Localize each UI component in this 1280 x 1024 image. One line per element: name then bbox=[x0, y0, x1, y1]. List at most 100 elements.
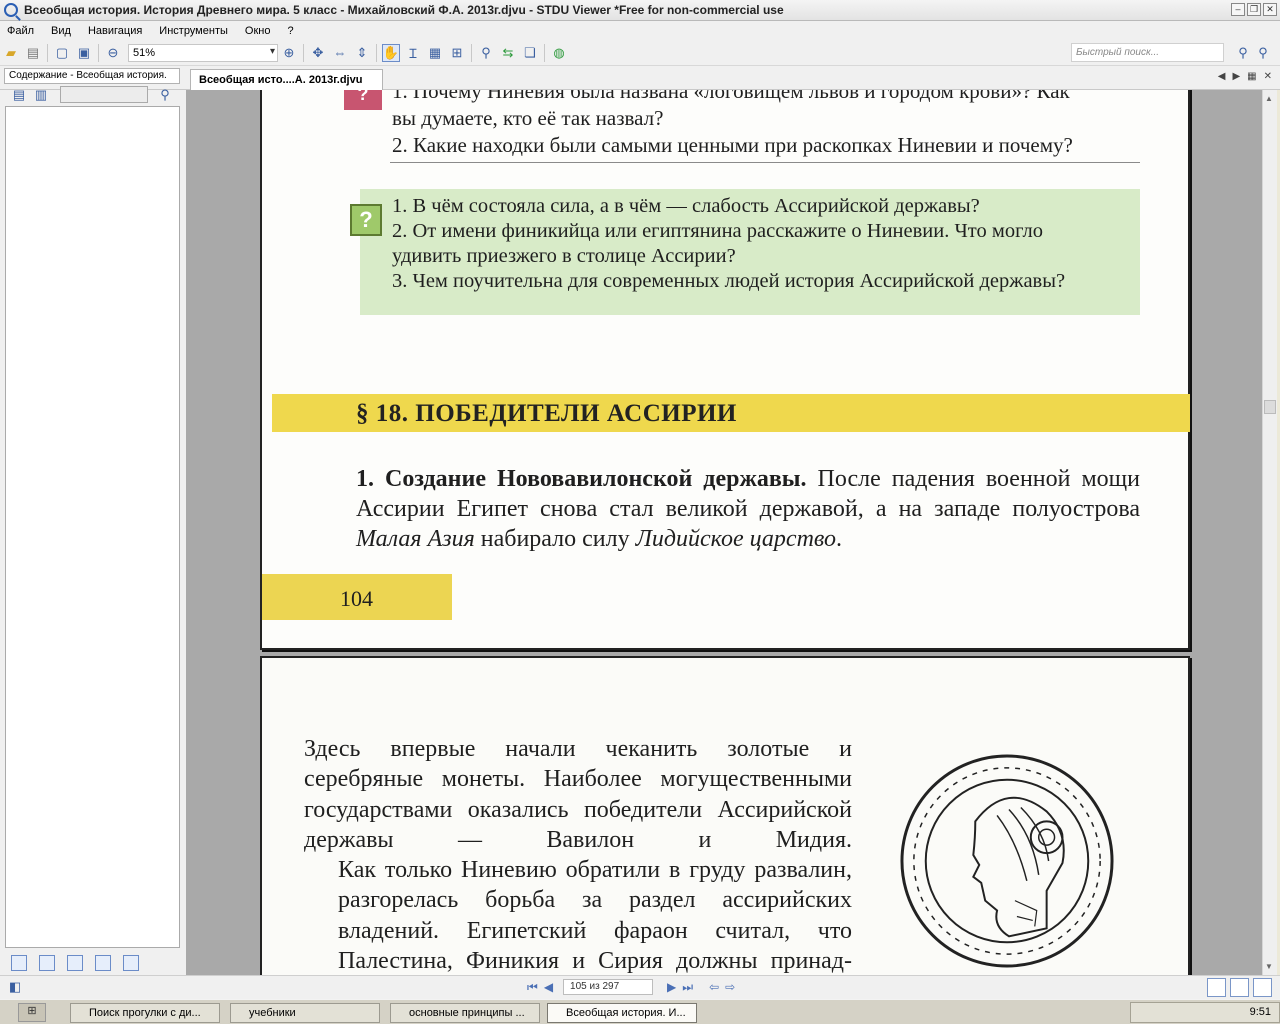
notes-panel-icon[interactable] bbox=[123, 955, 139, 971]
scroll-down-icon[interactable]: ▼ bbox=[1265, 962, 1273, 971]
question-line: 2. Какие находки были самыми ценными при… bbox=[392, 133, 1073, 157]
prev-page-icon[interactable]: ◀ bbox=[544, 980, 553, 994]
tab-row: Содержание - Всеобщая история. Всеобщая … bbox=[0, 66, 1280, 90]
zoom-in-icon[interactable]: ⊕ bbox=[280, 44, 298, 62]
chapter-paragraph: 1. Создание Нововавилонской державы. Пос… bbox=[356, 464, 1140, 554]
page-indicator[interactable]: 105 из 297 bbox=[563, 979, 654, 995]
thumbnails-panel-icon[interactable] bbox=[67, 955, 83, 971]
tab-close-icon[interactable]: ✕ bbox=[1264, 71, 1272, 82]
continuous-view-icon[interactable] bbox=[1230, 978, 1249, 997]
title-bar: Всеобщая история. История Древнего мира.… bbox=[0, 0, 1280, 21]
minimize-button[interactable]: – bbox=[1231, 3, 1245, 16]
sync-icon[interactable]: ⇆ bbox=[499, 44, 517, 62]
close-button[interactable]: ✕ bbox=[1263, 3, 1277, 16]
app-icon bbox=[4, 3, 18, 17]
expand-icon[interactable]: ▤ bbox=[10, 86, 28, 104]
copy-page-icon[interactable]: ▢ bbox=[53, 44, 71, 62]
term-italic: Малая Азия bbox=[356, 526, 475, 552]
menu-view[interactable]: Вид bbox=[51, 25, 71, 37]
question-line: 1. Почему Ниневия была названа «логовище… bbox=[392, 90, 1070, 103]
globe-icon[interactable]: ◍ bbox=[550, 44, 568, 62]
page-navigator: ⏮ ◀ 105 из 297 ▶ ⏭ ⇦ ⇨ bbox=[527, 979, 735, 995]
scroll-thumb[interactable] bbox=[1264, 400, 1276, 414]
print-icon[interactable]: ▤ bbox=[24, 44, 42, 62]
scroll-up-icon[interactable]: ▲ bbox=[1265, 94, 1273, 103]
question-marker-icon: ? bbox=[344, 90, 382, 110]
divider bbox=[390, 162, 1140, 163]
zoom-select[interactable]: 51% bbox=[128, 43, 278, 62]
menu-navigation[interactable]: Навигация bbox=[88, 25, 142, 37]
facing-view-icon[interactable] bbox=[1253, 978, 1272, 997]
panel-toggle-icon[interactable]: ◧ bbox=[6, 978, 24, 996]
search-prev-icon[interactable]: ⚲ bbox=[1234, 44, 1252, 62]
toolbar: ▰ ▤ ▢ ▣ ⊖ 51% ⊕ ✥ ⇔ ⇕ ✋ Ɪ ▦ ⊞ ⚲ ⇆ ❏ ◍ Бы… bbox=[0, 40, 1280, 66]
window-controls: – ❐ ✕ bbox=[1231, 3, 1277, 16]
tab-contents[interactable]: Содержание - Всеобщая история. bbox=[4, 68, 180, 84]
document-page-104: ? 1. Почему Ниневия была названа «логови… bbox=[260, 90, 1190, 650]
restore-button[interactable]: ❐ bbox=[1247, 3, 1261, 16]
next-page-icon[interactable]: ▶ bbox=[667, 980, 676, 994]
copy-icon[interactable]: ❏ bbox=[521, 44, 539, 62]
fit-height-icon[interactable]: ⇕ bbox=[353, 44, 371, 62]
question-line: 2. От имени финикийца или египтянина рас… bbox=[392, 220, 1043, 242]
sidebar-find-icon[interactable]: ⚲ bbox=[156, 86, 174, 104]
paragraph: Как только Ниневию обратили в груду разв… bbox=[338, 857, 852, 975]
single-page-view-icon[interactable] bbox=[1207, 978, 1226, 997]
menu-window[interactable]: Окно bbox=[245, 25, 271, 37]
text-select-icon[interactable]: Ɪ bbox=[404, 44, 422, 62]
last-page-icon[interactable]: ⏭ bbox=[682, 980, 693, 995]
view-mode-buttons bbox=[1207, 978, 1272, 997]
menu-bar: Файл Вид Навигация Инструменты Окно ? bbox=[0, 21, 1280, 40]
page-number-band: 104 bbox=[262, 574, 452, 620]
section-subheading: 1. Создание Нововавилонской державы. bbox=[356, 466, 807, 492]
find-icon[interactable]: ⚲ bbox=[477, 44, 495, 62]
snapshot-icon[interactable]: ⊞ bbox=[448, 44, 466, 62]
tab-next-icon[interactable]: ▶ bbox=[1232, 71, 1240, 82]
sidebar-panel-switcher bbox=[5, 952, 183, 974]
sidebar-search-input[interactable] bbox=[60, 86, 148, 103]
taskbar: ⊞ Поиск прогулки с ди... учебники основн… bbox=[0, 999, 1280, 1024]
open-folder-icon[interactable]: ▰ bbox=[2, 44, 20, 62]
back-icon[interactable]: ⇦ bbox=[709, 980, 719, 994]
forward-icon[interactable]: ⇨ bbox=[725, 980, 735, 994]
taskbar-item-word[interactable]: основные принципы ... bbox=[390, 1003, 540, 1023]
menu-help[interactable]: ? bbox=[287, 25, 293, 37]
taskbar-item-folder[interactable]: учебники bbox=[230, 1003, 380, 1023]
contents-panel-icon[interactable] bbox=[11, 955, 27, 971]
zoom-out-icon[interactable]: ⊖ bbox=[104, 44, 122, 62]
contents-panel[interactable] bbox=[5, 106, 180, 948]
system-tray: 9:51 bbox=[1130, 1002, 1280, 1023]
question-line: удивить приезжего в столице Ассирии? bbox=[392, 245, 736, 267]
review-questions: 1. Почему Ниневия была названа «логовище… bbox=[392, 90, 1152, 159]
term-italic: Лидийское царство bbox=[635, 526, 837, 552]
taskbar-item-stdu[interactable]: Всеобщая история. И... bbox=[547, 1003, 697, 1023]
discussion-questions: 1. В чём состояла сила, а в чём — слабос… bbox=[392, 194, 1152, 294]
hand-tool-icon[interactable]: ✋ bbox=[382, 43, 400, 62]
image-select-icon[interactable]: ▦ bbox=[426, 44, 444, 62]
fit-width-icon[interactable]: ⇔ bbox=[331, 44, 349, 62]
tab-prev-icon[interactable]: ◀ bbox=[1218, 71, 1226, 82]
tab-list-icon[interactable]: ▦ bbox=[1247, 71, 1256, 82]
quick-search-input[interactable]: Быстрый поиск... bbox=[1071, 43, 1224, 62]
search-next-icon[interactable]: ⚲ bbox=[1254, 44, 1272, 62]
menu-tools[interactable]: Инструменты bbox=[159, 25, 228, 37]
document-page-105: Здесь впервые начали чеканить золотые и … bbox=[260, 656, 1190, 975]
chapter-heading: § 18. ПОБЕДИТЕЛИ АССИРИИ bbox=[356, 400, 737, 427]
first-page-icon[interactable]: ⏮ bbox=[527, 980, 538, 995]
collapse-icon[interactable]: ▥ bbox=[32, 86, 50, 104]
menu-file[interactable]: Файл bbox=[7, 25, 34, 37]
start-button[interactable]: ⊞ bbox=[18, 1003, 46, 1022]
tab-document[interactable]: Всеобщая исто....А. 2013г.djvu bbox=[190, 69, 383, 90]
taskbar-item-opera[interactable]: Поиск прогулки с ди... bbox=[70, 1003, 220, 1023]
vertical-scrollbar[interactable]: ▲ ▼ bbox=[1262, 90, 1277, 975]
document-view[interactable]: ? 1. Почему Ниневия была названа «логови… bbox=[186, 90, 1262, 975]
fit-page-icon[interactable]: ✥ bbox=[309, 44, 327, 62]
export-icon[interactable]: ▣ bbox=[75, 44, 93, 62]
sidebar: ▤ ▥ ⚲ bbox=[0, 86, 186, 975]
question-line: 3. Чем поучительна для современных людей… bbox=[392, 270, 1066, 292]
page-text: Здесь впервые начали чеканить золотые и … bbox=[304, 734, 852, 975]
status-bar: ◧ ⏮ ◀ 105 из 297 ▶ ⏭ ⇦ ⇨ bbox=[0, 975, 1280, 999]
search-panel-icon[interactable] bbox=[95, 955, 111, 971]
paragraph: Здесь впервые начали чеканить золотые и … bbox=[304, 736, 852, 853]
bookmarks-panel-icon[interactable] bbox=[39, 955, 55, 971]
